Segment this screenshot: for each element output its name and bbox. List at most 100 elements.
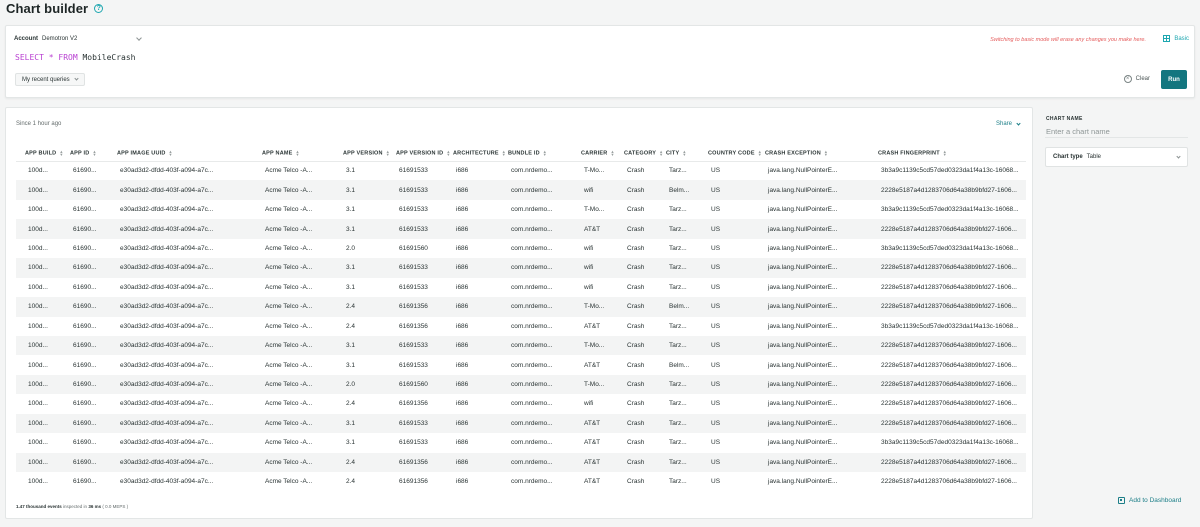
help-icon[interactable]: ? [94,3,104,13]
add-to-dashboard-button[interactable]: Add to Dashboard [1118,497,1181,504]
column-header-label: APP VERSION ID [396,150,444,157]
table-row[interactable]: 100d... 61690... e30ad3d2-dfdd-403f-a094-a… [16,239,1026,258]
column-header[interactable]: APP NAME ▲ ▼ [253,146,334,162]
table-row[interactable]: 100d... 61690... e30ad3d2-dfdd-403f-a094-a… [16,317,1026,336]
table-cell: US [711,439,721,447]
table-cell: US [699,452,756,472]
table-cell: java.lang.NullPointerE... [768,400,838,408]
column-header-label: CRASH EXCEPTION [765,150,821,157]
table-cell: 61690... [61,335,108,356]
recent-queries-button[interactable]: My recent queries [15,73,85,86]
grid-icon [1163,35,1171,42]
table-cell: Acme Telco -A... [265,206,313,214]
table-row[interactable]: 100d... 61690... e30ad3d2-dfdd-403f-a094-a… [16,180,1026,200]
table-cell: US [711,400,721,408]
table-cell: 3b3a9c1139c5cd57ded0323da1f4a13c-16068..… [881,439,1019,447]
column-header-label: APP NAME [262,150,293,157]
column-header[interactable]: COUNTRY CODE ▲ ▼ [699,146,762,162]
table-cell: 61690... [61,297,108,317]
table-cell: 61691533 [387,180,444,200]
nrql-query-editor[interactable]: SELECT * FROM MobileCrash [15,53,135,62]
table-row[interactable]: 100d... 61690... e30ad3d2-dfdd-403f-a094-a… [16,413,1026,434]
table-cell: 100d... [16,219,61,239]
chart-name-input[interactable] [1045,125,1188,138]
table-cell: Acme Telco -A... [265,439,313,447]
table-row[interactable]: 100d... 61690... e30ad3d2-dfdd-403f-a094-a… [16,200,1026,219]
table-row[interactable]: 100d... 61690... e30ad3d2-dfdd-403f-a094-a… [16,374,1026,395]
table-cell: 100d... [16,297,61,317]
table-cell: com.nrdemo... [499,297,572,317]
table-cell: i686 [444,335,499,356]
table-cell: US [699,374,756,395]
table-cell: Tarz... [669,244,687,252]
table-cell: 2.4 [346,322,356,330]
table-cell: i686 [456,400,469,408]
table-cell: 2228e5187a4d1283706d64a38b9bfd27-1606... [881,478,1017,486]
table-cell: i686 [456,322,469,330]
table-cell: e30ad3d2-dfdd-403f-a094-a7c... [108,335,253,356]
column-header[interactable]: APP ID ▲ ▼ [61,146,108,162]
table-row[interactable]: 100d... 61690... e30ad3d2-dfdd-403f-a094-a… [16,452,1026,472]
column-header[interactable]: BUNDLE ID ▲ ▼ [499,146,572,162]
table-row[interactable]: 100d... 61690... e30ad3d2-dfdd-403f-a094-a… [16,219,1026,239]
column-header[interactable]: APP VERSION ID ▲ ▼ [387,146,450,162]
table-row[interactable]: 100d... 61690... e30ad3d2-dfdd-403f-a094-a… [16,472,1026,491]
table-row[interactable]: 100d... 61690... e30ad3d2-dfdd-403f-a094-a… [16,161,1026,180]
column-header[interactable]: CRASH FINGERPRINT ▲ ▼ [869,146,1026,162]
table-cell: 2228e5187a4d1283706d64a38b9bfd27-1606... [869,374,1026,395]
basic-mode-toggle[interactable]: Basic [1163,35,1189,42]
table-cell: Acme Telco -A... [253,180,334,200]
chart-type-value: Table [1086,154,1102,160]
table-cell: e30ad3d2-dfdd-403f-a094-a7c... [120,439,214,447]
table-cell: com.nrdemo... [511,283,553,291]
table-cell: 2228e5187a4d1283706d64a38b9bfd27-1606... [881,361,1017,369]
column-header[interactable]: ARCHITECTURE ▲ ▼ [444,146,506,162]
table-cell: Crash [627,322,645,330]
column-header[interactable]: APP BUILD ▲ ▼ [16,146,63,162]
account-selector[interactable]: Account Demotron V2 [14,35,143,42]
share-label: Share [995,121,1012,127]
table-cell: 3.1 [346,361,356,369]
sort-icon: ▲ ▼ [542,149,547,158]
sort-icon: ▲ ▼ [92,149,97,158]
table-cell: AT&T [572,452,615,472]
table-cell: i686 [444,180,499,200]
table-cell: i686 [456,361,469,369]
table-cell: java.lang.NullPointerE... [768,283,838,291]
column-header[interactable]: CARRIER ▲ ▼ [572,146,615,162]
chevron-down-icon [1176,153,1181,159]
sort-icon: ▲ ▼ [823,149,829,158]
sort-icon: ▲ ▼ [757,149,762,158]
column-header-label: CARRIER [581,150,608,157]
chart-type-select[interactable]: Chart type Table [1045,147,1188,167]
column-header[interactable]: CATEGORY ▲ ▼ [615,146,663,162]
table-cell: com.nrdemo... [499,413,572,434]
run-button[interactable]: Run [1161,70,1187,89]
table-row[interactable]: 100d... 61690... e30ad3d2-dfdd-403f-a094-a… [16,394,1026,413]
table-cell: US [711,322,721,330]
table-row[interactable]: 100d... 61690... e30ad3d2-dfdd-403f-a094-a… [16,433,1026,452]
table-cell: Acme Telco -A... [253,452,334,472]
table-cell: Crash [615,297,657,317]
table-row[interactable]: 100d... 61690... e30ad3d2-dfdd-403f-a094-a… [16,258,1026,278]
table-cell: java.lang.NullPointerE... [756,374,869,395]
table-row[interactable]: 100d... 61690... e30ad3d2-dfdd-403f-a094-a… [16,335,1026,356]
table-cell: AT&T [572,413,615,434]
column-header[interactable]: APP VERSION ▲ ▼ [334,146,390,162]
table-cell: Belm... [657,297,699,317]
table-row[interactable]: 100d... 61690... e30ad3d2-dfdd-403f-a094-a… [16,278,1026,297]
table-cell: 100d... [28,283,48,291]
table-cell: 61691533 [399,283,428,291]
table-row[interactable]: 100d... 61690... e30ad3d2-dfdd-403f-a094-a… [16,355,1026,374]
table-cell: 61691560 [387,374,444,395]
table-cell: e30ad3d2-dfdd-403f-a094-a7c... [120,322,214,330]
column-header[interactable]: CRASH EXCEPTION ▲ ▼ [756,146,869,162]
share-button[interactable]: Share [995,120,1021,127]
clear-button[interactable]: × Clear [1123,75,1150,83]
table-cell: 3.1 [334,335,387,356]
table-cell: 61691533 [387,219,444,239]
table-row[interactable]: 100d... 61690... e30ad3d2-dfdd-403f-a094-a… [16,297,1026,317]
table-cell: 61690... [61,413,108,434]
chevron-down-icon [74,76,79,81]
column-header[interactable]: APP IMAGE UUID ▲ ▼ [108,146,253,162]
